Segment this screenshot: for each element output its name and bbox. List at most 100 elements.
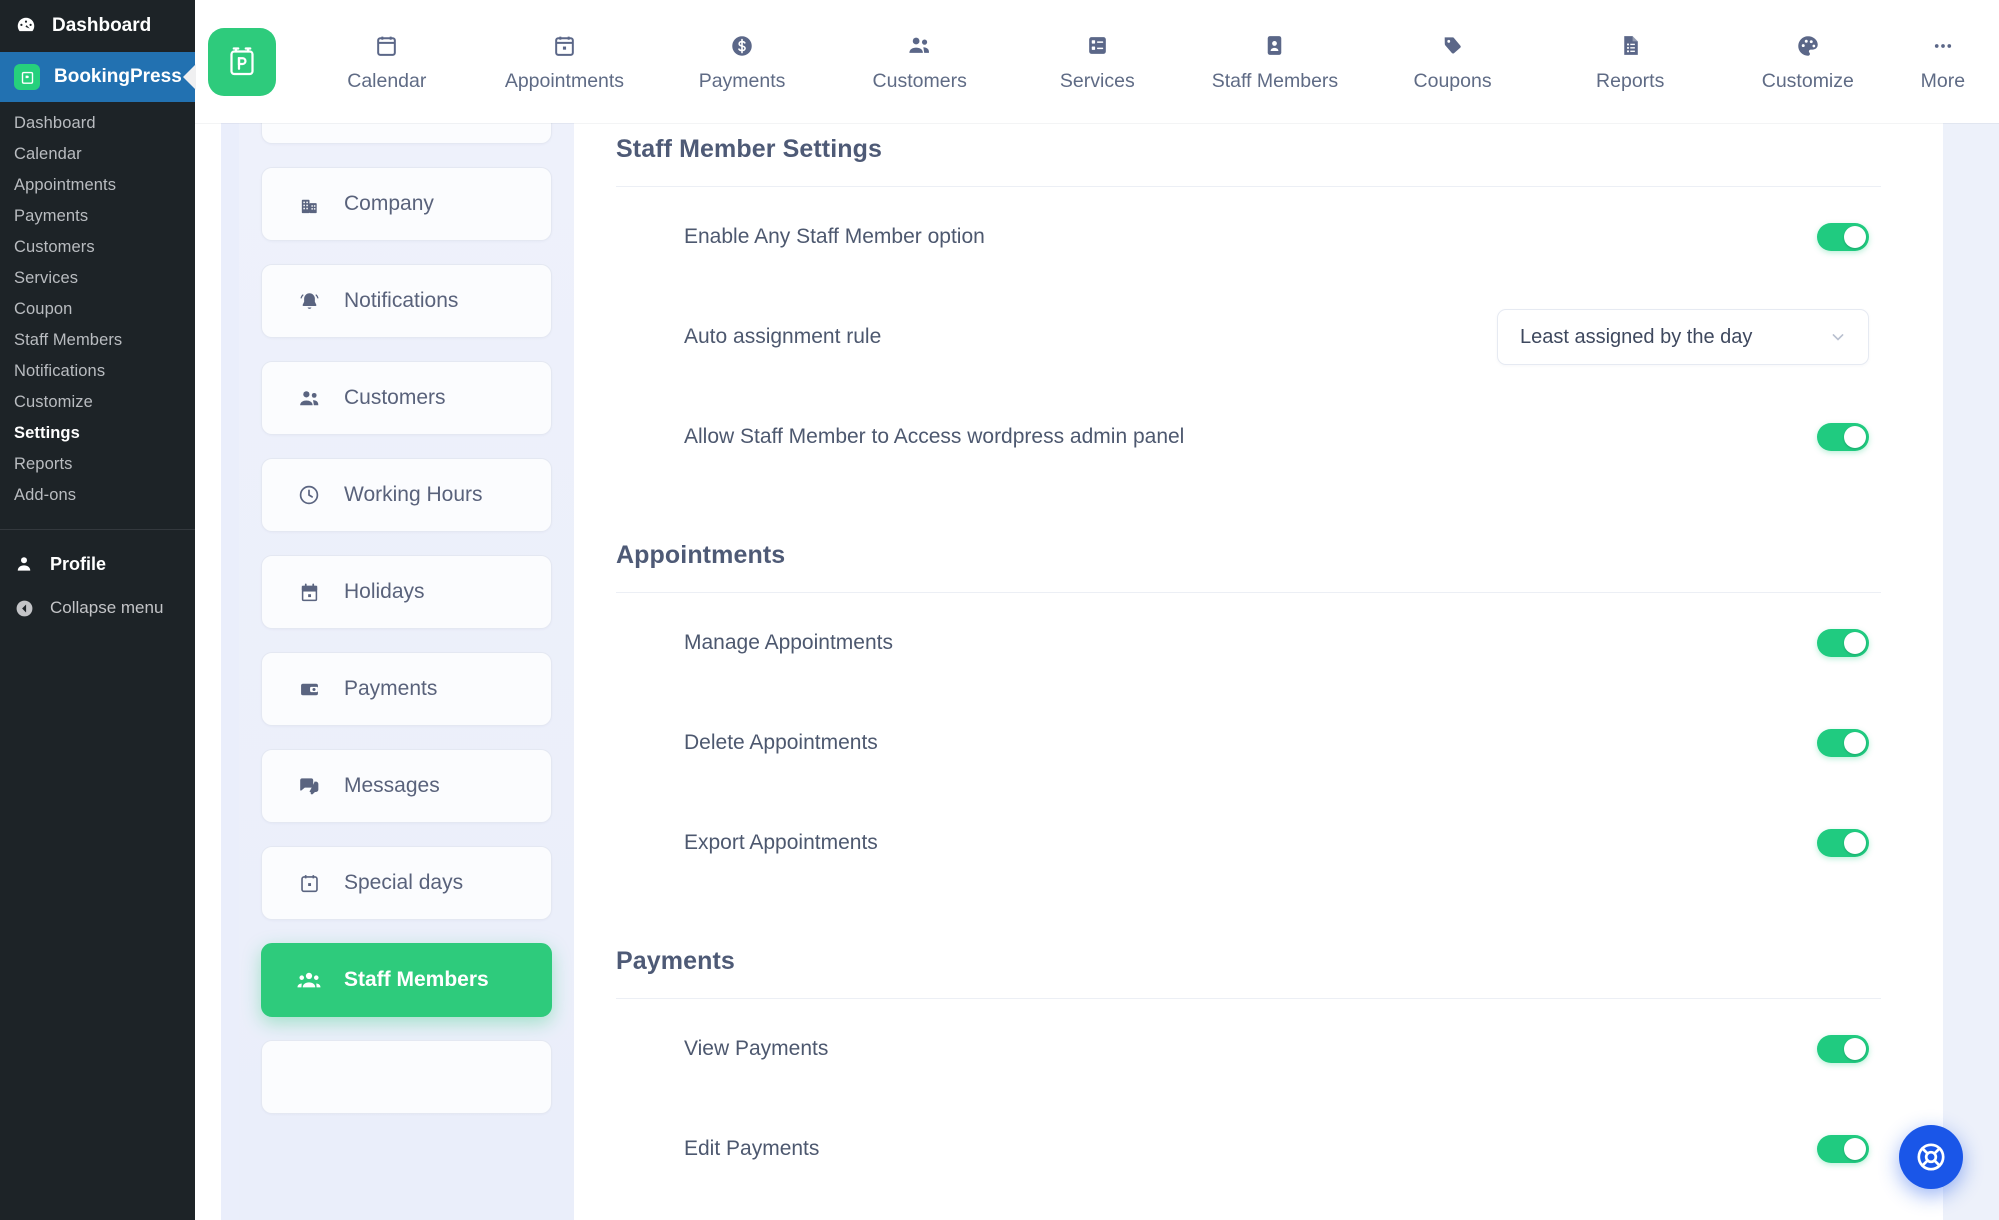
left-tinted-gutter bbox=[221, 123, 239, 1220]
right-tinted-gutter bbox=[1943, 123, 1999, 1220]
settings-nav-item-staff-members-label: Staff Members bbox=[344, 968, 489, 991]
nav-item-appointments[interactable]: Appointments bbox=[476, 31, 654, 93]
settings-nav-item-company[interactable]: Company bbox=[261, 167, 552, 241]
appointments-calendar-icon bbox=[552, 31, 577, 61]
calendar-event-icon bbox=[296, 581, 322, 604]
bookingpress-brand-logo-icon[interactable] bbox=[208, 27, 276, 96]
wp-submenu-item-6[interactable]: Coupon bbox=[0, 294, 195, 325]
wp-menu-bookingpress[interactable]: BookingPress bbox=[0, 52, 195, 102]
wp-menu-dashboard-label: Dashboard bbox=[52, 15, 152, 36]
nav-item-coupons[interactable]: Coupons bbox=[1364, 31, 1542, 93]
wp-submenu-item-2[interactable]: Appointments bbox=[0, 170, 195, 201]
customers-icon bbox=[296, 386, 322, 411]
calendar-star-icon bbox=[296, 872, 322, 895]
setting-label-enable-any-staff-member: Enable Any Staff Member option bbox=[684, 225, 985, 248]
settings-nav-item-special-days[interactable]: Special days bbox=[261, 846, 552, 920]
wp-submenu-item-0[interactable]: Dashboard bbox=[0, 108, 195, 139]
toggle-edit-payments[interactable] bbox=[1817, 1135, 1869, 1163]
nav-item-staff-members[interactable]: Staff Members bbox=[1186, 31, 1364, 93]
wp-menu-dashboard[interactable]: Dashboard bbox=[0, 0, 195, 52]
section-title-appointments: Appointments bbox=[616, 487, 1881, 593]
top-nav-items: Calendar Appointments Payments Customers… bbox=[298, 31, 1971, 93]
settings-nav-item-messages[interactable]: Messages bbox=[261, 749, 552, 823]
setting-row-enable-any-staff-member: Enable Any Staff Member option bbox=[616, 187, 1881, 287]
settings-nav-item-customers[interactable]: Customers bbox=[261, 361, 552, 435]
ellipsis-more-icon bbox=[1930, 31, 1956, 61]
wp-submenu-item-9[interactable]: Customize bbox=[0, 387, 195, 418]
nav-item-customers[interactable]: Customers bbox=[831, 31, 1009, 93]
settings-nav-item-partial-bottom[interactable] bbox=[261, 1040, 552, 1114]
setting-row-manage-appointments: Manage Appointments bbox=[616, 593, 1881, 693]
nav-item-customize[interactable]: Customize bbox=[1719, 31, 1897, 93]
wp-submenu-item-7[interactable]: Staff Members bbox=[0, 325, 195, 356]
nav-item-payments[interactable]: Payments bbox=[653, 31, 831, 93]
setting-row-auto-assignment-rule: Auto assignment rule Least assigned by t… bbox=[616, 287, 1881, 387]
setting-label-export-appointments: Export Appointments bbox=[684, 831, 878, 854]
settings-main-panel: Staff Member Settings Enable Any Staff M… bbox=[574, 123, 1943, 1220]
setting-label-delete-appointments: Delete Appointments bbox=[684, 731, 878, 754]
setting-row-allow-wp-admin-access: Allow Staff Member to Access wordpress a… bbox=[616, 387, 1881, 487]
help-support-button[interactable] bbox=[1899, 1125, 1963, 1189]
settings-nav-item-holidays[interactable]: Holidays bbox=[261, 555, 552, 629]
customers-icon bbox=[906, 31, 933, 61]
settings-nav-item-notifications[interactable]: Notifications bbox=[261, 264, 552, 338]
setting-row-view-payments: View Payments bbox=[616, 999, 1881, 1099]
plugin-area: Calendar Appointments Payments Customers… bbox=[195, 0, 1999, 1220]
toggle-knob bbox=[1844, 1038, 1866, 1060]
nav-item-calendar[interactable]: Calendar bbox=[298, 31, 476, 93]
setting-label-edit-payments: Edit Payments bbox=[684, 1137, 820, 1160]
settings-nav-item-special-days-label: Special days bbox=[344, 871, 464, 894]
services-list-icon bbox=[1085, 31, 1110, 61]
wp-menu-profile-label: Profile bbox=[50, 553, 107, 574]
wp-submenu-item-1[interactable]: Calendar bbox=[0, 139, 195, 170]
toggle-allow-wp-admin-access[interactable] bbox=[1817, 423, 1869, 451]
toggle-manage-appointments[interactable] bbox=[1817, 629, 1869, 657]
toggle-enable-any-staff-member[interactable] bbox=[1817, 223, 1869, 251]
setting-row-edit-payments: Edit Payments bbox=[616, 1099, 1881, 1199]
settings-nav-item-company-label: Company bbox=[344, 192, 434, 215]
settings-nav-item-payments-label: Payments bbox=[344, 677, 438, 700]
staff-group-icon bbox=[296, 967, 322, 994]
toggle-delete-appointments[interactable] bbox=[1817, 729, 1869, 757]
settings-nav-item-working-hours[interactable]: Working Hours bbox=[261, 458, 552, 532]
report-document-icon bbox=[1618, 31, 1643, 61]
toggle-export-appointments[interactable] bbox=[1817, 829, 1869, 857]
toggle-knob bbox=[1844, 732, 1866, 754]
wp-submenu-item-4[interactable]: Customers bbox=[0, 232, 195, 263]
nav-item-calendar-label: Calendar bbox=[347, 69, 427, 92]
setting-label-manage-appointments: Manage Appointments bbox=[684, 631, 893, 654]
nav-item-reports-label: Reports bbox=[1596, 69, 1665, 92]
settings-nav-item-working-hours-label: Working Hours bbox=[344, 483, 483, 506]
setting-row-delete-appointments: Delete Appointments bbox=[616, 693, 1881, 793]
toggle-knob bbox=[1844, 832, 1866, 854]
toggle-knob bbox=[1844, 632, 1866, 654]
clock-icon bbox=[296, 483, 322, 507]
wp-submenu-item-8[interactable]: Notifications bbox=[0, 356, 195, 387]
wp-menu-collapse-label: Collapse menu bbox=[50, 598, 164, 617]
settings-nav-item-staff-members[interactable]: Staff Members bbox=[261, 943, 552, 1017]
toggle-knob bbox=[1844, 426, 1866, 448]
nav-item-more[interactable]: More bbox=[1897, 31, 1971, 93]
wp-submenu-item-5[interactable]: Services bbox=[0, 263, 195, 294]
wp-submenu-item-12[interactable]: Add-ons bbox=[0, 480, 195, 511]
settings-nav-item-payments[interactable]: Payments bbox=[261, 652, 552, 726]
settings-nav-item-customers-label: Customers bbox=[344, 386, 446, 409]
wp-submenu-item-11[interactable]: Reports bbox=[0, 449, 195, 480]
setting-label-auto-assignment-rule: Auto assignment rule bbox=[684, 325, 882, 348]
nav-item-services[interactable]: Services bbox=[1009, 31, 1187, 93]
toggle-view-payments[interactable] bbox=[1817, 1035, 1869, 1063]
setting-label-view-payments: View Payments bbox=[684, 1037, 829, 1060]
wp-menu-profile[interactable]: Profile bbox=[0, 542, 195, 586]
chevron-down-icon bbox=[1828, 327, 1848, 347]
wp-submenu-item-3[interactable]: Payments bbox=[0, 201, 195, 232]
bookingpress-logo-icon bbox=[14, 64, 40, 90]
staff-badge-icon bbox=[1262, 31, 1287, 61]
tag-icon bbox=[1440, 31, 1465, 61]
settings-nav-item-messages-label: Messages bbox=[344, 774, 440, 797]
nav-item-reports[interactable]: Reports bbox=[1541, 31, 1719, 93]
select-auto-assignment-rule[interactable]: Least assigned by the day bbox=[1497, 309, 1869, 365]
wp-submenu-item-settings[interactable]: Settings bbox=[0, 418, 195, 449]
wp-menu-collapse[interactable]: Collapse menu bbox=[0, 586, 195, 630]
collapse-arrow-icon bbox=[12, 596, 36, 620]
settings-nav-item-partial-top[interactable] bbox=[261, 123, 552, 144]
